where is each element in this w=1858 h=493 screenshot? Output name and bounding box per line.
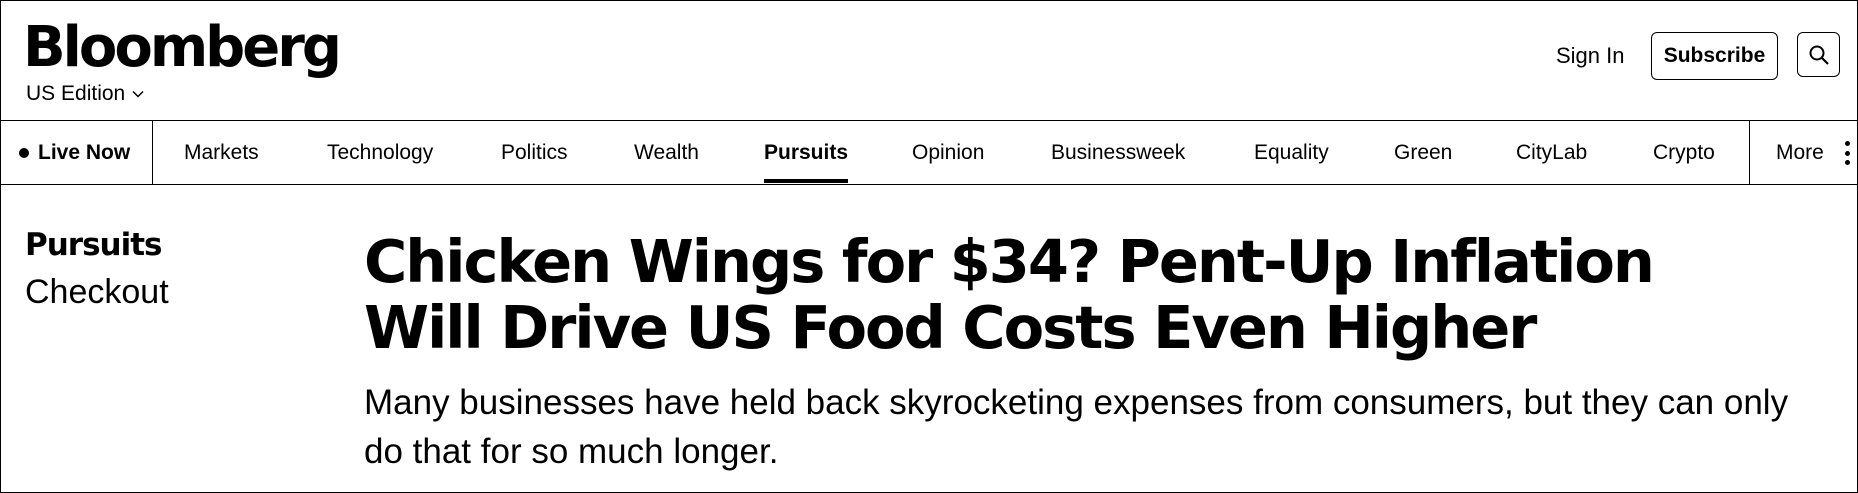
nav-item-technology[interactable]: Technology	[327, 121, 433, 184]
chevron-down-icon	[132, 90, 144, 98]
search-button[interactable]	[1797, 32, 1840, 77]
site-header: Bloomberg US Edition Sign In Subscribe	[1, 1, 1857, 121]
edition-selector[interactable]: US Edition	[26, 82, 145, 106]
nav-item-pursuits-label: Pursuits	[764, 140, 849, 164]
nav-item-markets[interactable]: Markets	[184, 121, 259, 184]
main-nav: Live Now Markets Technology Politics Wea…	[1, 121, 1857, 185]
nav-item-politics[interactable]: Politics	[501, 121, 568, 184]
search-icon	[1809, 45, 1829, 65]
bloomberg-logo[interactable]: Bloomberg	[23, 15, 342, 81]
live-dot-icon	[19, 147, 29, 158]
subscribe-button[interactable]: Subscribe	[1651, 32, 1778, 80]
nav-item-opinion[interactable]: Opinion	[912, 121, 984, 184]
nav-item-crypto[interactable]: Crypto	[1653, 121, 1715, 184]
kebab-menu-icon	[1845, 141, 1851, 165]
sign-in-link[interactable]: Sign In	[1556, 43, 1625, 69]
live-now-link[interactable]: Live Now	[1, 121, 153, 184]
section-label[interactable]: Pursuits	[25, 227, 162, 263]
nav-item-wealth[interactable]: Wealth	[634, 121, 699, 184]
active-tab-indicator	[764, 179, 849, 183]
nav-item-equality[interactable]: Equality	[1254, 121, 1329, 184]
article-headline: Chicken Wings for $34? Pent-Up Inflation…	[364, 227, 1655, 362]
more-menu-button[interactable]: More	[1749, 121, 1858, 184]
live-now-label: Live Now	[38, 140, 131, 164]
more-label: More	[1776, 140, 1824, 164]
page: Bloomberg US Edition Sign In Subscribe L…	[0, 0, 1858, 493]
nav-item-citylab[interactable]: CityLab	[1516, 121, 1587, 184]
nav-item-pursuits[interactable]: Pursuits	[764, 121, 849, 184]
edition-label: US Edition	[26, 82, 126, 105]
article-dek: Many businesses have held back skyrocket…	[364, 383, 1789, 471]
subsection-label[interactable]: Checkout	[25, 273, 169, 312]
nav-item-businessweek[interactable]: Businessweek	[1051, 121, 1185, 184]
nav-item-green[interactable]: Green	[1394, 121, 1452, 184]
